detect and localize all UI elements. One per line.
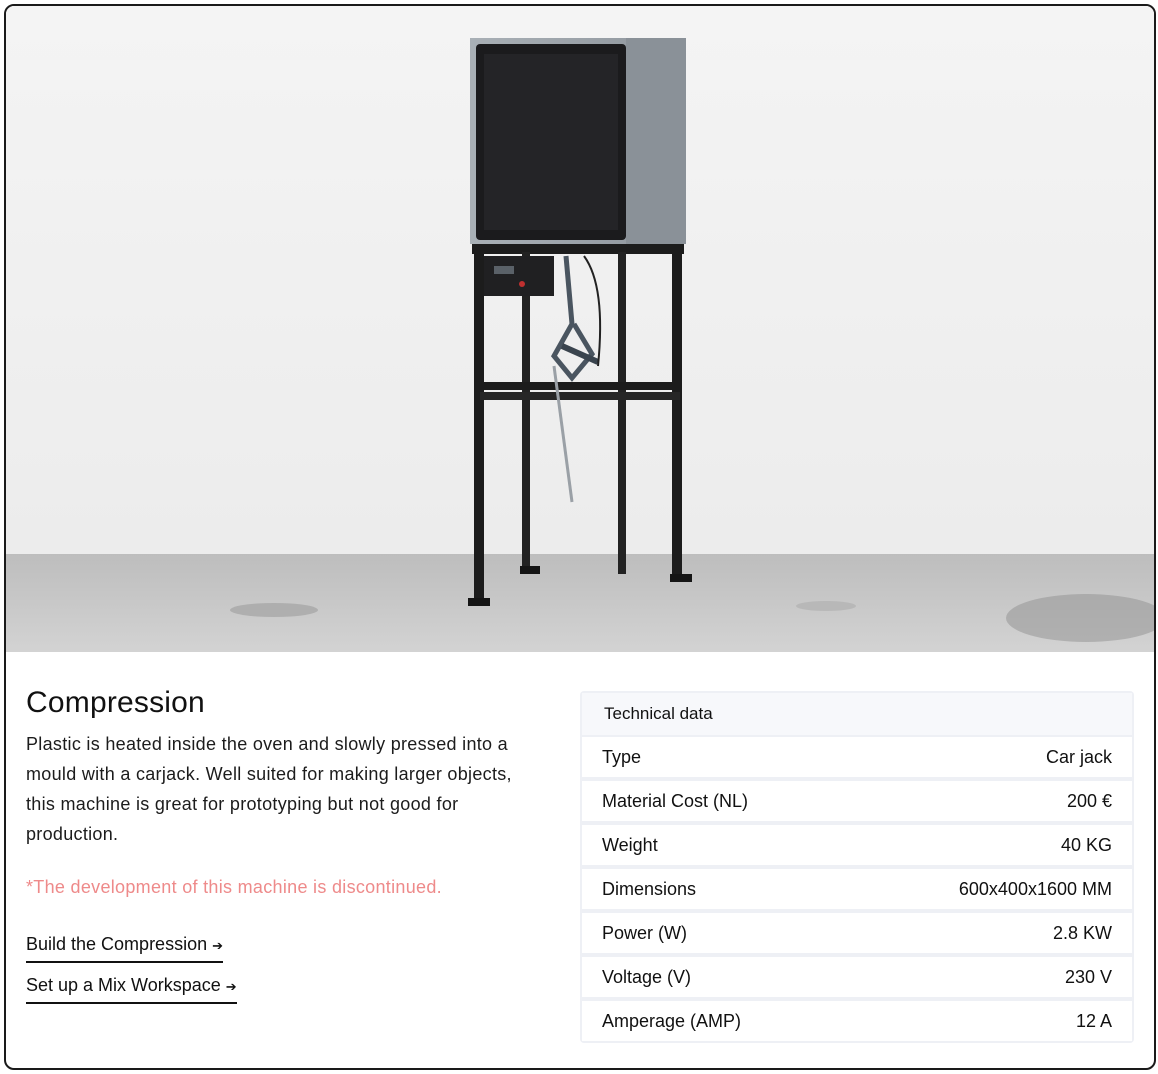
row-value: 40 KG bbox=[1060, 834, 1112, 855]
table-row: Type Car jack bbox=[582, 737, 1132, 777]
row-value: 230 V bbox=[1064, 966, 1112, 987]
row-value: 600x400x1600 MM bbox=[958, 878, 1112, 899]
row-label: Dimensions bbox=[602, 878, 697, 899]
table-row: Dimensions 600x400x1600 MM bbox=[582, 869, 1132, 909]
arrow-right-icon: ➔ bbox=[225, 979, 237, 994]
build-compression-link[interactable]: Build the Compression ➔ bbox=[26, 934, 223, 963]
machine-description: Plastic is heated inside the oven and sl… bbox=[26, 734, 512, 844]
technical-data-heading: Technical data bbox=[582, 693, 1132, 735]
row-label: Power (W) bbox=[602, 922, 687, 943]
machine-card: Compression Plastic is heated inside the… bbox=[4, 4, 1156, 1070]
row-label: Amperage (AMP) bbox=[602, 1010, 742, 1031]
setup-mix-workspace-link[interactable]: Set up a Mix Workspace ➔ bbox=[26, 975, 237, 1004]
row-value: Car jack bbox=[1045, 746, 1112, 767]
build-compression-label: Build the Compression bbox=[26, 934, 208, 954]
machine-photo bbox=[6, 6, 1154, 652]
row-value: 200 € bbox=[1066, 790, 1112, 811]
machine-title: Compression bbox=[26, 686, 205, 719]
row-label: Material Cost (NL) bbox=[602, 790, 749, 811]
table-row: Material Cost (NL) 200 € bbox=[582, 781, 1132, 821]
row-label: Type bbox=[602, 746, 642, 767]
table-row: Power (W) 2.8 KW bbox=[582, 913, 1132, 953]
row-value: 2.8 KW bbox=[1052, 922, 1112, 943]
arrow-right-icon: ➔ bbox=[212, 938, 223, 953]
technical-data-table: Technical data Type Car jack Material Co… bbox=[580, 691, 1134, 1043]
table-row: Voltage (V) 230 V bbox=[582, 957, 1132, 997]
row-label: Voltage (V) bbox=[602, 966, 692, 987]
row-value: 12 A bbox=[1075, 1010, 1112, 1031]
discontinued-note: *The development of this machine is disc… bbox=[26, 877, 442, 897]
table-row: Weight 40 KG bbox=[582, 825, 1132, 865]
row-label: Weight bbox=[602, 834, 658, 855]
setup-mix-workspace-label: Set up a Mix Workspace bbox=[26, 975, 221, 995]
table-row: Amperage (AMP) 12 A bbox=[582, 1001, 1132, 1041]
